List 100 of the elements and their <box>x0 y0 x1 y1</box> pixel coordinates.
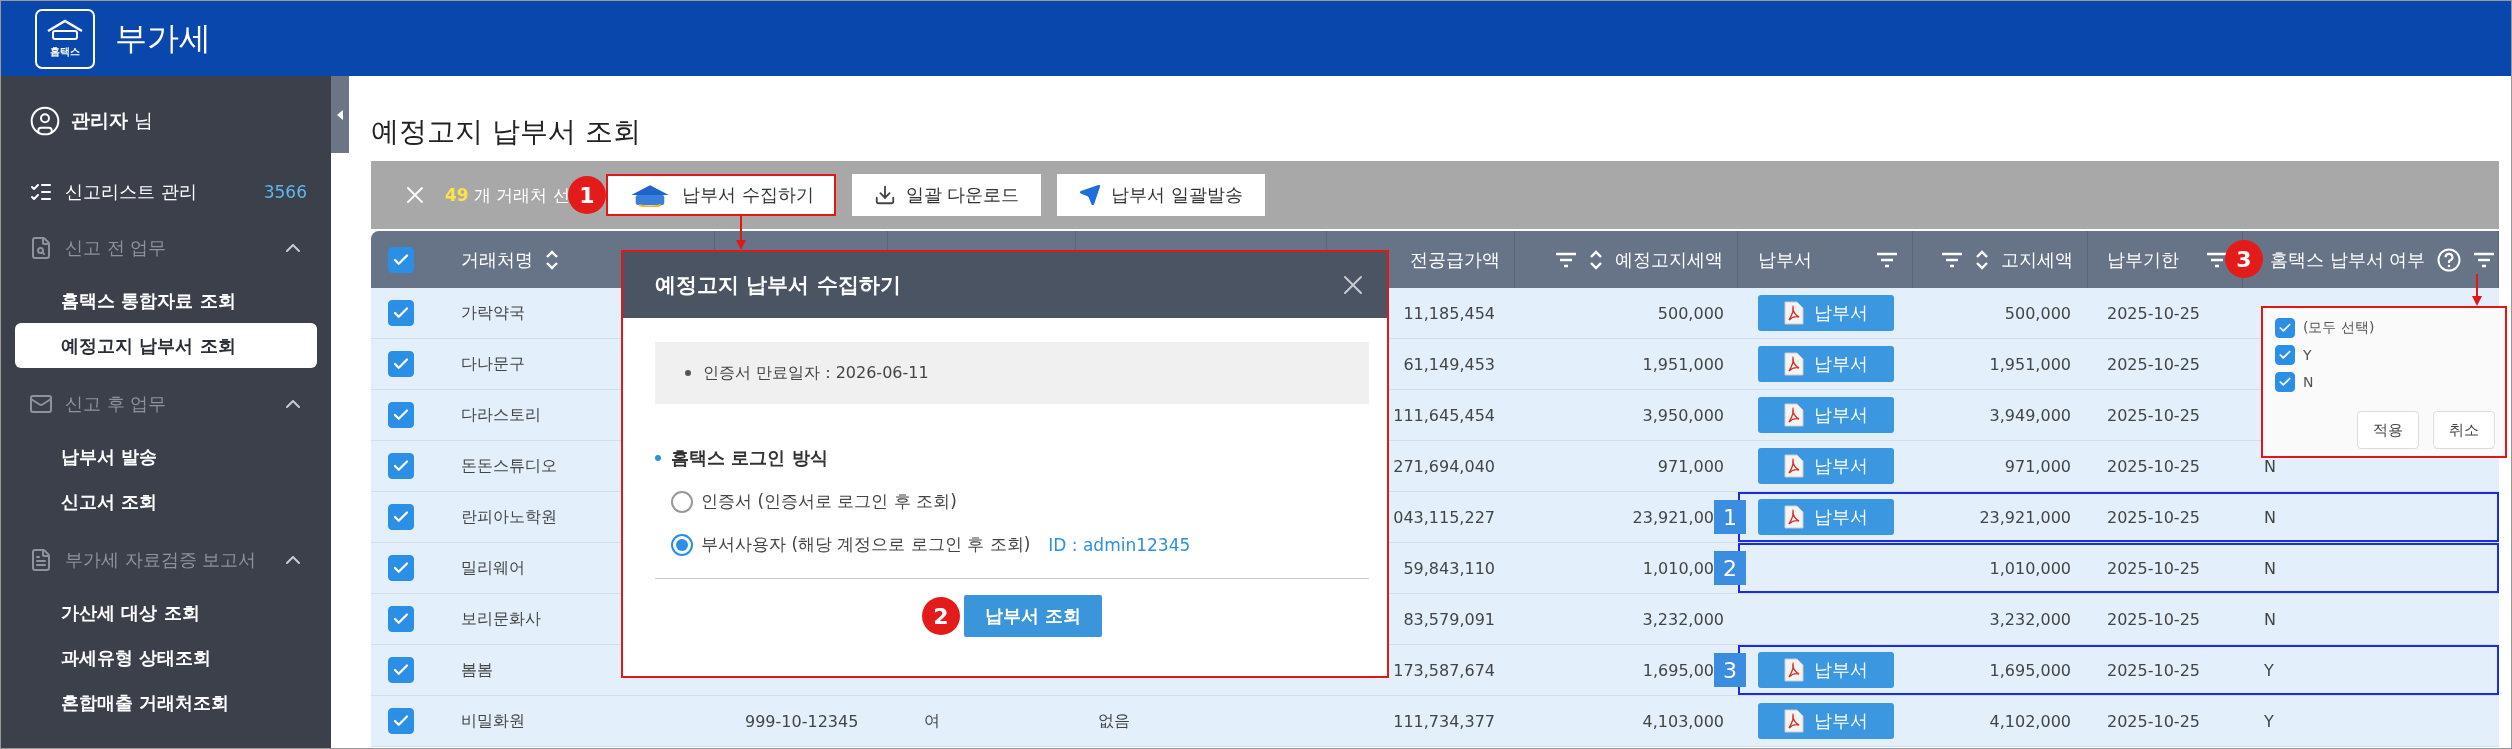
table-cell: 1,695,000 <box>1989 660 2071 680</box>
pdf-icon <box>1784 403 1804 427</box>
filter-icon[interactable] <box>1555 251 1577 268</box>
table-cell: 3,949,000 <box>1989 405 2071 425</box>
row-checkbox[interactable] <box>388 453 414 479</box>
table-cell: 비밀화원 <box>461 710 525 732</box>
radio-button[interactable] <box>671 533 693 556</box>
table-cell: 2025-10-25 <box>2107 558 2200 578</box>
table-cell: 2025-10-25 <box>2107 507 2200 527</box>
option-label: (모두 선택) <box>2303 319 2375 337</box>
check-icon <box>2278 321 2292 335</box>
table-cell: 2025-10-25 <box>2107 660 2200 680</box>
table-cell: 59,843,110 <box>1403 558 1495 578</box>
document-icon <box>29 548 53 572</box>
table-cell: 1,010,00 <box>1642 558 1714 578</box>
filter-icon[interactable] <box>2206 251 2228 268</box>
hometax-logo-icon <box>45 18 85 43</box>
pdf-icon <box>1784 505 1804 529</box>
info-text: 인증서 만료일자 : 2026-06-11 <box>703 362 929 384</box>
table-cell: 1,695,00 <box>1642 660 1714 680</box>
row-checkbox[interactable] <box>388 657 414 683</box>
table-cell: 4,103,000 <box>1642 711 1724 731</box>
dialog-title: 예정고지 납부서 수집하기 <box>655 272 901 299</box>
row-checkbox[interactable] <box>388 555 414 581</box>
sidebar-item[interactable]: 납부서 발송 <box>15 434 317 479</box>
pdf-icon <box>1784 301 1804 325</box>
toolbar-button[interactable]: 납부서 수집하기 <box>605 174 836 216</box>
table-cell: 3,232,000 <box>1642 609 1724 629</box>
collapse-handle[interactable] <box>331 76 349 153</box>
download-icon <box>873 184 896 206</box>
column-header: 납부기한 <box>2107 247 2179 272</box>
filter-icon[interactable] <box>1941 251 1963 268</box>
table-cell: 23,921,00 <box>1632 507 1714 527</box>
option-label: N <box>2303 374 2314 390</box>
row-checkbox[interactable] <box>388 351 414 377</box>
table-cell: 500,000 <box>1657 303 1724 323</box>
cancel-button[interactable]: 취소 <box>2433 411 2495 449</box>
filter-checkbox[interactable] <box>2275 372 2295 392</box>
caret-left-icon <box>336 108 344 121</box>
sidebar-item[interactable]: 가산세 대상 조회 <box>15 590 317 635</box>
table-cell: 밀리웨어 <box>461 557 525 579</box>
select-all-checkbox[interactable] <box>388 246 414 273</box>
row-checkbox[interactable] <box>388 708 414 734</box>
apply-button[interactable]: 적용 <box>2357 411 2419 449</box>
table-cell: 043,115,227 <box>1393 507 1495 527</box>
column-header: 홈택스 납부서 여부 <box>2270 247 2426 272</box>
table-cell: 111,734,377 <box>1393 711 1495 731</box>
row-marker: 3 <box>1714 653 1746 687</box>
sidebar-item[interactable]: 신고서 조회 <box>15 479 317 524</box>
table-cell: 여 <box>924 710 940 732</box>
row-checkbox[interactable] <box>388 504 414 530</box>
table-cell: 971,000 <box>2004 456 2071 476</box>
column-header: 예정고지세액 <box>1615 247 1723 272</box>
filter-icon[interactable] <box>1876 251 1898 268</box>
selection-count: 49 개 거래처 선 <box>445 183 570 207</box>
table-cell: 2025-10-25 <box>2107 405 2200 425</box>
table-cell: 보리문화사 <box>461 608 541 630</box>
row-marker: 1 <box>1714 500 1746 534</box>
column-header: 고지세액 <box>2001 247 2073 272</box>
toolbar-button[interactable]: 일괄 다운로드 <box>851 174 1042 216</box>
account-id: ID : admin12345 <box>1048 534 1191 555</box>
filter-checkbox[interactable] <box>2275 345 2295 365</box>
option-label: 인증서 (인증서로 로그인 후 조회) <box>701 490 957 513</box>
table-cell: N <box>2264 456 2276 476</box>
table-cell: 83,579,091 <box>1403 609 1495 629</box>
page-title: 예정고지 납부서 조회 <box>371 114 641 150</box>
column-header: 거래처명 <box>461 247 533 272</box>
table-cell: 4,102,000 <box>1989 711 2071 731</box>
help-icon[interactable] <box>2437 247 2462 272</box>
table-cell: 란피아노학원 <box>461 506 557 528</box>
step-badge: 1 <box>567 176 606 214</box>
filter-checkbox[interactable] <box>2275 318 2295 338</box>
sidebar-item[interactable]: 혼합매출 거래처조회 <box>15 680 317 725</box>
sidebar-item[interactable]: 예정고지 납부서 조회 <box>15 323 317 368</box>
filter-icon[interactable] <box>2473 251 2496 268</box>
table-cell: 1,951,000 <box>1989 354 2071 374</box>
row-checkbox[interactable] <box>388 606 414 632</box>
app-title: 부가세 <box>115 17 211 59</box>
sidebar-item[interactable]: 신고리스트 관리 3566 <box>15 166 317 218</box>
table-cell: Y <box>2264 660 2274 680</box>
table-cell: 가락약국 <box>461 302 525 324</box>
hometax-logo[interactable]: 홈택스 <box>35 8 95 69</box>
table-cell: 2025-10-25 <box>2107 303 2200 323</box>
sidebar-item[interactable]: 과세유형 상태조회 <box>15 635 317 680</box>
table-cell: 2025-10-25 <box>2107 711 2200 731</box>
table-cell: 61,149,453 <box>1403 354 1495 374</box>
toolbar-button[interactable]: 납부서 일괄발송 <box>1057 174 1266 216</box>
column-header: 전공급가액 <box>1410 247 1500 272</box>
row-checkbox[interactable] <box>388 402 414 428</box>
user-name: 관리자 님 <box>71 108 154 133</box>
check-icon <box>2278 348 2292 362</box>
row-checkbox[interactable] <box>388 300 414 326</box>
radio-button[interactable] <box>671 490 693 513</box>
table-cell: 2025-10-25 <box>2107 354 2200 374</box>
step-badge: 2 <box>922 597 960 635</box>
table-cell: 다라스토리 <box>461 404 541 426</box>
table-cell: 23,921,000 <box>1979 507 2071 527</box>
check-icon <box>2278 375 2292 389</box>
table-cell: Y <box>2264 711 2274 731</box>
sidebar-item[interactable]: 홈택스 통합자료 조회 <box>15 278 317 323</box>
